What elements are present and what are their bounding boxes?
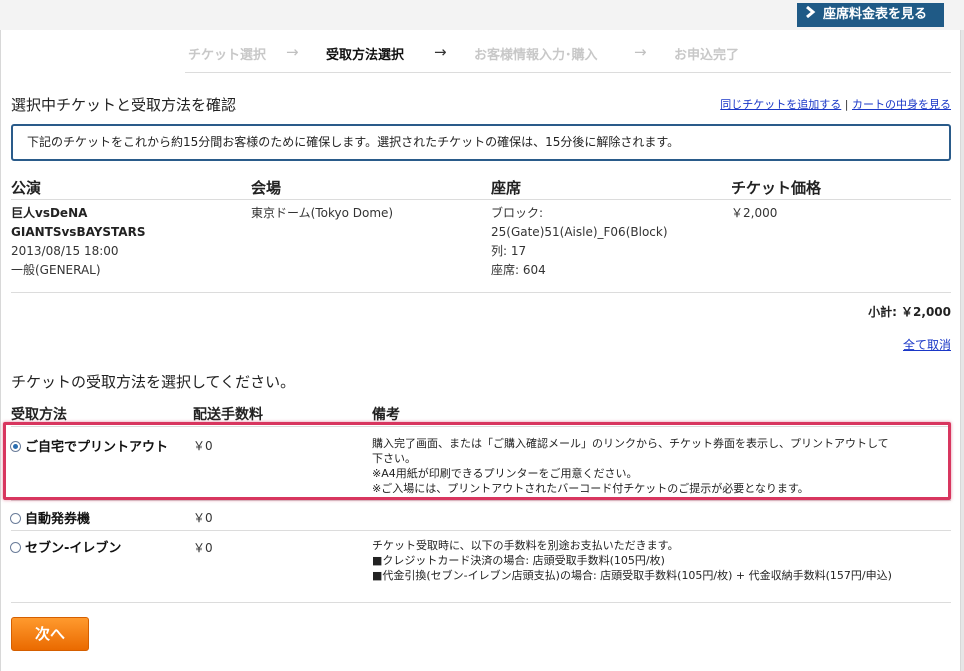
note-line: ■クレジットカード決済の場合: 店頭受取手数料(105円/枚) [372, 554, 665, 567]
event-name-en: GIANTSvsBAYSTARS [11, 225, 146, 239]
delivery-option-label: セブン-イレブン [25, 541, 122, 556]
venue-name: 東京ドーム(Tokyo Dome) [251, 206, 394, 220]
confirm-title: 選択中チケットと受取方法を確認 [11, 96, 237, 114]
note-line: ※A4用紙が印刷できるプリンターをご用意ください。 [372, 467, 638, 480]
delivery-option-seven-eleven[interactable]: セブン-イレブン [10, 537, 121, 556]
seat-price-table-label: 座席料金表を見る [823, 7, 928, 22]
radio-print-at-home[interactable] [10, 441, 21, 452]
radio-kiosk[interactable] [10, 513, 21, 524]
delivery-fee: ￥0 [193, 511, 213, 525]
delivery-notes-seven-eleven: チケット受取時に、以下の手数料を別途お支払いただきます。 ■クレジットカード決済… [372, 538, 892, 583]
delivery-header-divider [11, 426, 951, 427]
delivery-option-label: ご自宅でプリントアウト [25, 440, 169, 455]
link-separator: | [844, 98, 849, 111]
view-cart-link[interactable]: カートの中身を見る [852, 98, 951, 111]
row-divider [11, 602, 951, 603]
seat-block-label: ブロック: [491, 206, 544, 220]
steps-divider [185, 72, 951, 73]
note-line: 購入完了画面、または「ご購入確認メール」のリンクから、チケット券面を表示し、プリ… [372, 437, 889, 465]
delivery-fee: ￥0 [193, 439, 213, 453]
table-bottom-divider [11, 292, 951, 293]
col-header-venue: 会場 [251, 179, 282, 197]
col-header-event: 公演 [11, 179, 42, 197]
radio-seven-eleven[interactable] [10, 542, 21, 553]
note-line: チケット受取時に、以下の手数料を別途お支払いただきます。 [372, 539, 679, 552]
delivery-option-label: 自動発券機 [25, 512, 91, 527]
step-arrow-1: → [286, 43, 299, 61]
chevron-right-icon [805, 3, 823, 27]
cart-links: 同じチケットを追加する | カートの中身を見る [720, 96, 951, 112]
row-divider [11, 530, 951, 531]
subtotal: 小計: ￥2,000 [868, 305, 951, 319]
delivery-notes-print-at-home: 購入完了画面、または「ご購入確認メール」のリンクから、チケット券面を表示し、プリ… [372, 436, 892, 496]
event-name: 巨人vsDeNA [11, 206, 88, 220]
event-date: 2013/08/15 18:00 [11, 244, 119, 258]
delivery-option-kiosk[interactable]: 自動発券機 [10, 508, 90, 527]
seat-row: 列: 17 [491, 244, 527, 258]
note-line: ■代金引換(セブン-イレブン店頭支払)の場合: 店頭受取手数料(105円/枚) … [372, 569, 892, 582]
seat-price-table-button[interactable]: 座席料金表を見る [797, 3, 944, 27]
step-complete: お申込完了 [674, 48, 740, 63]
add-same-ticket-link[interactable]: 同じチケットを追加する [720, 98, 841, 111]
next-button[interactable]: 次へ [11, 617, 89, 651]
note-line: ※ご入場には、プリントアウトされたバーコード付チケットのご提示が必要となります。 [372, 482, 809, 495]
delivery-header-notes: 備考 [372, 407, 400, 423]
cancel-all-link[interactable]: 全て取消 [903, 336, 951, 353]
step-ticket-select: チケット選択 [188, 48, 267, 63]
delivery-prompt: チケットの受取方法を選択してください。 [11, 373, 296, 391]
step-arrow-3: → [634, 43, 647, 61]
seat-number: 座席: 604 [491, 263, 546, 277]
table-header-divider [11, 199, 951, 200]
delivery-header-method: 受取方法 [11, 407, 67, 423]
progress-steps: チケット選択 → 受取方法選択 → お客様情報入力･購入 → お申込完了 [0, 43, 964, 64]
step-arrow-2: → [434, 43, 447, 61]
ticket-type: 一般(GENERAL) [11, 263, 101, 277]
col-header-seat: 座席 [491, 179, 522, 197]
delivery-option-print-at-home[interactable]: ご自宅でプリントアウト [10, 436, 168, 455]
step-customer-info: お客様情報入力･購入 [474, 48, 598, 63]
seat-block-value: 25(Gate)51(Aisle)_F06(Block) [491, 225, 668, 239]
reservation-notice: 下記のチケットをこれから約15分間お客様のために確保します。選択されたチケットの… [11, 124, 951, 161]
delivery-header-fee: 配送手数料 [193, 407, 263, 423]
col-header-price: チケット価格 [731, 179, 822, 197]
step-delivery-select: 受取方法選択 [326, 48, 405, 63]
row-divider [11, 500, 951, 501]
delivery-fee: ￥0 [193, 541, 213, 555]
ticket-price: ￥2,000 [731, 206, 778, 220]
